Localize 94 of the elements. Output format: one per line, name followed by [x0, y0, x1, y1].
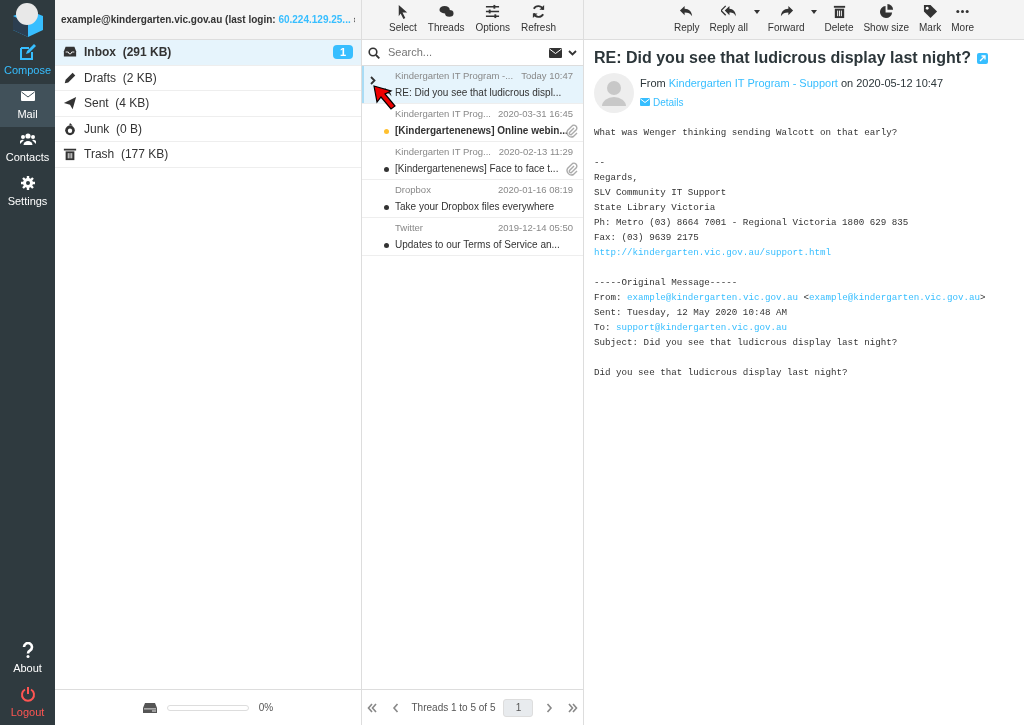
reply-all-icon	[721, 4, 737, 19]
quota-reading: 0%	[258, 701, 274, 715]
search-field[interactable]: Search...	[386, 43, 543, 62]
avatar-icon	[594, 73, 634, 113]
toolbar-button[interactable]: Forward	[763, 2, 819, 37]
folder-item[interactable]: Drafts (2 KB)	[55, 65, 361, 91]
nav-button[interactable]: About	[0, 638, 55, 682]
message-line: Ph: Metro (03) 8664 7001 - Regional Victoria 1800 629 835	[594, 216, 910, 230]
compose-icon	[19, 44, 36, 60]
folder-item[interactable]: Inbox (291 KB) 1	[55, 40, 361, 66]
folder-item[interactable]: Sent (4 KB)	[55, 91, 361, 117]
toolbar-button[interactable]: Delete	[820, 2, 858, 37]
trash-icon	[831, 4, 847, 19]
message-line: --	[594, 156, 607, 170]
message-line: Sent: Tuesday, 12 May 2020 10:48 AM	[594, 306, 788, 320]
subject-label: RE: Did you see that ludicrous displ...	[395, 86, 562, 100]
sender-label: Twitter	[395, 221, 423, 235]
paper-plane-icon	[63, 96, 77, 111]
pencil-icon	[63, 70, 77, 85]
first-page-icon	[366, 702, 377, 713]
subject-label: Take your Dropbox files everywhere	[395, 200, 554, 214]
date-label: 2020-01-16 08:19	[498, 183, 573, 197]
date-label: 2020-03-31 16:45	[498, 107, 573, 121]
message-item[interactable]: Kindergarten IT Prog... 2020-02-13 11:29 [Kindergartenenews] Face to face t...	[362, 142, 583, 180]
speech-bubbles-icon	[438, 4, 454, 19]
message-line: State Library Victoria	[594, 201, 717, 215]
toolbar-button[interactable]: More	[947, 2, 979, 37]
message-line: Subject: Did you see that ludicrous display last night?	[594, 336, 899, 350]
status-dot	[384, 243, 389, 248]
gear-icon	[19, 174, 36, 191]
tag-icon	[922, 4, 938, 19]
search-icon	[368, 46, 380, 59]
trash-icon	[63, 147, 77, 162]
previous-page-icon	[390, 702, 401, 713]
status-dot	[384, 129, 389, 134]
toolbar-button[interactable]: Threads	[423, 2, 469, 37]
pie-chart-icon	[878, 4, 894, 19]
toolbar-button[interactable]: Show size	[859, 2, 914, 37]
nav-button[interactable]: Contacts	[0, 127, 55, 171]
pointer-arrow-icon	[372, 84, 396, 110]
message-item[interactable]: Dropbox 2020-01-16 08:19 Take your Dropbox files everywhere	[362, 180, 583, 218]
message-line: Fax: (03) 9639 2175	[594, 231, 700, 245]
sender-label: Dropbox	[395, 183, 431, 197]
message-line: SLV Community IT Support	[594, 186, 728, 200]
account-label: example@kindergarten.vic.gov.au (last login:	[61, 14, 277, 25]
toolbar-button[interactable]: Options	[471, 2, 514, 37]
nav-button[interactable]: Settings	[0, 170, 55, 214]
subject-label: [Kindergartenenews] Face to face t...	[395, 162, 559, 176]
toolbar-button[interactable]: Reply	[669, 2, 704, 37]
envelope-icon	[640, 98, 650, 106]
subject-label: [Kindergartenenews] Online webin...	[395, 124, 568, 138]
folder-item[interactable]: Junk (0 B)	[55, 116, 361, 142]
envelope-icon[interactable]	[549, 47, 562, 58]
toolbar-button[interactable]: Refresh	[516, 2, 560, 37]
date-label: Today 10:47	[521, 69, 573, 83]
subject-label: Updates to our Terms of Service an...	[395, 238, 560, 252]
caret-icon[interactable]	[753, 10, 760, 14]
pager-label: Threads 1 to 5 of 5	[411, 701, 496, 715]
last-page-icon	[568, 702, 579, 713]
status-dot	[384, 167, 389, 172]
power-icon	[19, 685, 36, 702]
sender-label: Kindergarten IT Prog...	[395, 145, 491, 159]
message-item[interactable]: Kindergarten IT Program -... Today 10:47 RE: Did you see that ludicrous displ...	[362, 66, 583, 104]
toolbar-button[interactable]: Mark	[915, 2, 946, 37]
chevron-right-icon[interactable]	[370, 76, 376, 85]
sender-line: From Kindergarten IT Program - Support on 2020-05-12 10:47	[640, 76, 944, 91]
message-line: -----Original Message-----	[594, 276, 739, 290]
sliders-icon	[485, 4, 501, 19]
message-item[interactable]: Twitter 2019-12-14 05:50 Updates to our Terms of Service an...	[362, 218, 583, 256]
nav-button[interactable]: Logout	[0, 681, 55, 725]
nav-button[interactable]: Mail	[0, 83, 55, 127]
caret-icon[interactable]	[810, 10, 817, 14]
sender-label: Kindergarten IT Prog...	[395, 107, 491, 121]
unread-count: 1	[332, 45, 353, 60]
message-subject: RE: Did you see that ludicrous display last night?	[594, 48, 971, 68]
message-line: From: example@kindergarten.vic.gov.au <example@kindergarten.vic.gov.au>	[594, 291, 987, 305]
drive-icon	[142, 702, 157, 713]
message-line: Did you see that ludicrous display last night?	[594, 366, 849, 380]
message-line: To: support@kindergarten.vic.gov.au	[594, 321, 788, 335]
message-line: What was Wenger thinking sending Walcott on that early?	[594, 126, 899, 140]
people-icon	[19, 131, 36, 147]
nav-button[interactable]: Compose	[0, 40, 55, 84]
sender-label: Kindergarten IT Program -...	[395, 69, 514, 83]
page-field[interactable]: 1	[503, 698, 534, 717]
status-dot	[384, 205, 389, 210]
date-label: 2019-12-14 05:50	[498, 221, 573, 235]
date-label: 2020-02-13 11:29	[498, 145, 573, 159]
message-line: Regards,	[594, 171, 640, 185]
toolbar-button[interactable]: Select	[385, 2, 421, 37]
refresh-icon	[530, 4, 546, 19]
toolbar-button[interactable]: Reply all	[705, 2, 762, 37]
chevron-down-icon[interactable]	[568, 49, 577, 56]
folder-item[interactable]: Trash (177 KB)	[55, 142, 361, 168]
next-page-icon	[544, 702, 555, 713]
